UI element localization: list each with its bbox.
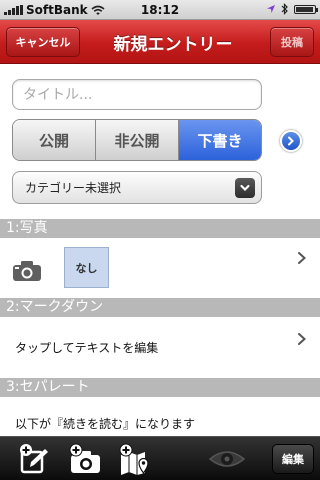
- separator-text: 以下が『続きを読む』になります: [15, 417, 196, 431]
- section-header-photo: 1:写真: [0, 219, 320, 238]
- chevron-right-icon: [298, 333, 306, 345]
- status-icons: [266, 3, 318, 15]
- preview-eye-icon[interactable]: [207, 443, 247, 475]
- section-header-separator: 3:セパレート: [0, 378, 320, 397]
- visibility-segmented-control: 公開 非公開 下書き: [12, 119, 262, 161]
- battery-fill: [296, 6, 313, 12]
- segment-private[interactable]: 非公開: [96, 120, 179, 160]
- status-bar: SoftBank 18:12: [0, 0, 320, 20]
- category-value: カテゴリー未選択: [25, 181, 122, 195]
- title-input[interactable]: [12, 79, 262, 110]
- photo-thumbnail[interactable]: なし: [64, 247, 109, 288]
- add-map-icon[interactable]: [118, 443, 152, 475]
- camera-icon[interactable]: [12, 260, 42, 282]
- add-photo-icon[interactable]: [68, 443, 102, 475]
- post-button[interactable]: 投稿: [270, 27, 314, 57]
- bluetooth-icon: [281, 3, 288, 15]
- battery-icon: [294, 4, 318, 14]
- detail-disclosure-button[interactable]: [280, 130, 302, 152]
- separator-row[interactable]: 以下が『続きを読む』になります: [0, 397, 320, 435]
- photo-row[interactable]: なし: [0, 238, 320, 297]
- segment-draft[interactable]: 下書き: [179, 120, 261, 160]
- navigation-bar: キャンセル 新規エントリー 投稿: [0, 20, 320, 64]
- cancel-button[interactable]: キャンセル: [6, 27, 80, 57]
- category-select[interactable]: カテゴリー未選択: [12, 171, 262, 204]
- markdown-text-row[interactable]: タップしてテキストを編集: [0, 317, 320, 375]
- section-header-markdown: 2:マークダウン: [0, 298, 320, 317]
- chevron-right-icon: [288, 136, 294, 146]
- location-icon: [267, 5, 275, 13]
- add-text-icon[interactable]: [18, 443, 52, 475]
- markdown-text: タップしてテキストを編集: [15, 341, 159, 355]
- chevron-right-icon: [298, 252, 306, 264]
- edit-button[interactable]: 編集: [272, 444, 314, 474]
- page-title: 新規エントリー: [113, 34, 233, 55]
- chevron-down-icon: [235, 178, 255, 198]
- bottom-toolbar: 編集: [0, 436, 320, 480]
- segment-public[interactable]: 公開: [13, 120, 96, 160]
